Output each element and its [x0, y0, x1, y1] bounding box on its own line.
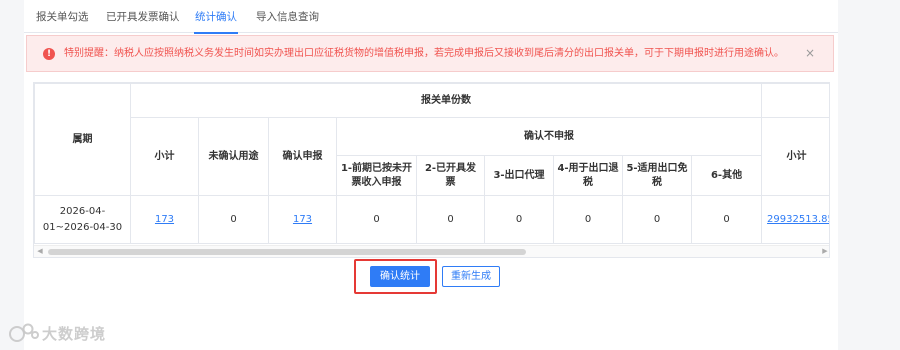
- header-confirm-not-declare: 确认不申报: [335, 117, 763, 156]
- scroll-left-icon[interactable]: ◀: [34, 246, 46, 257]
- warning-icon: !: [43, 48, 55, 60]
- table-row: 2026-04- 01~2026-04-30 173 0 173 0 0 0 0…: [34, 195, 829, 244]
- header-right-subtotal: 小计: [761, 117, 829, 196]
- tab-issued-invoice-confirm[interactable]: 已开具发票确认: [106, 0, 180, 33]
- tab-import-info-query[interactable]: 导入信息查询: [256, 0, 319, 33]
- cell-unconfirmed: 0: [198, 195, 269, 244]
- header-nd-2: 2-已开具发票: [416, 155, 485, 196]
- header-declaration-count: 报关单份数: [129, 83, 763, 118]
- cell-confirm-declare: 173: [268, 195, 337, 244]
- watermark-logo-icon: [9, 323, 39, 342]
- statistics-table: 属期 报关单份数 小计 未确认用途 确认申报 确认不申报 小计 1-前期已按未开…: [33, 82, 830, 258]
- cell-right-subtotal: 29932513.85: [761, 195, 829, 244]
- header-confirm-declare: 确认申报: [268, 117, 337, 196]
- main-panel: 报关单勾选 已开具发票确认 统计确认 导入信息查询 ! 特别提醒：纳税人应按照纳…: [24, 0, 838, 350]
- cell-nd-2: 0: [416, 195, 485, 244]
- cell-nd-4: 0: [553, 195, 623, 244]
- tab-customs-declaration-select[interactable]: 报关单勾选: [36, 0, 89, 33]
- regenerate-button[interactable]: 重新生成: [442, 266, 500, 287]
- header-nd-5: 5-适用出口免税: [622, 155, 692, 196]
- confirm-statistics-button[interactable]: 确认统计: [370, 266, 430, 287]
- horizontal-scrollbar[interactable]: ◀ ▶: [34, 245, 829, 257]
- period-start: 2026-04-: [59, 205, 106, 217]
- header-nd-3: 3-出口代理: [484, 155, 554, 196]
- close-icon[interactable]: ×: [805, 46, 815, 60]
- scrollbar-thumb[interactable]: [48, 249, 526, 255]
- cell-nd-3: 0: [484, 195, 554, 244]
- right-subtotal-link[interactable]: 29932513.85: [767, 214, 829, 225]
- tab-statistics-confirm[interactable]: 统计确认: [194, 0, 238, 34]
- scroll-right-icon[interactable]: ▶: [819, 246, 829, 257]
- header-empty: [761, 83, 829, 118]
- alert-text: 特别提醒：纳税人应按照纳税义务发生时间如实办理出口应征税货物的增值税申报，若完成…: [64, 48, 784, 59]
- watermark-text: 大数跨境: [42, 325, 107, 343]
- period-end: 01~2026-04-30: [42, 221, 123, 233]
- confirm-declare-link[interactable]: 173: [293, 214, 312, 225]
- cell-subtotal: 173: [130, 195, 199, 244]
- cell-period: 2026-04- 01~2026-04-30: [34, 195, 131, 244]
- tab-bar: 报关单勾选 已开具发票确认 统计确认 导入信息查询: [24, 0, 838, 34]
- subtotal-link[interactable]: 173: [155, 214, 174, 225]
- header-nd-6: 6-其他: [690, 155, 763, 196]
- header-nd-4: 4-用于出口退税: [553, 155, 623, 196]
- header-period: 属期: [34, 83, 131, 196]
- cell-nd-5: 0: [622, 195, 692, 244]
- header-subtotal: 小计: [130, 117, 199, 196]
- header-nd-1: 1-前期已按未开票收入申报: [336, 155, 417, 196]
- warning-alert: ! 特别提醒：纳税人应按照纳税义务发生时间如实办理出口应征税货物的增值税申报，若…: [26, 35, 834, 72]
- cell-nd-1: 0: [336, 195, 417, 244]
- header-unconfirmed: 未确认用途: [198, 117, 269, 196]
- cell-nd-6: 0: [690, 195, 763, 244]
